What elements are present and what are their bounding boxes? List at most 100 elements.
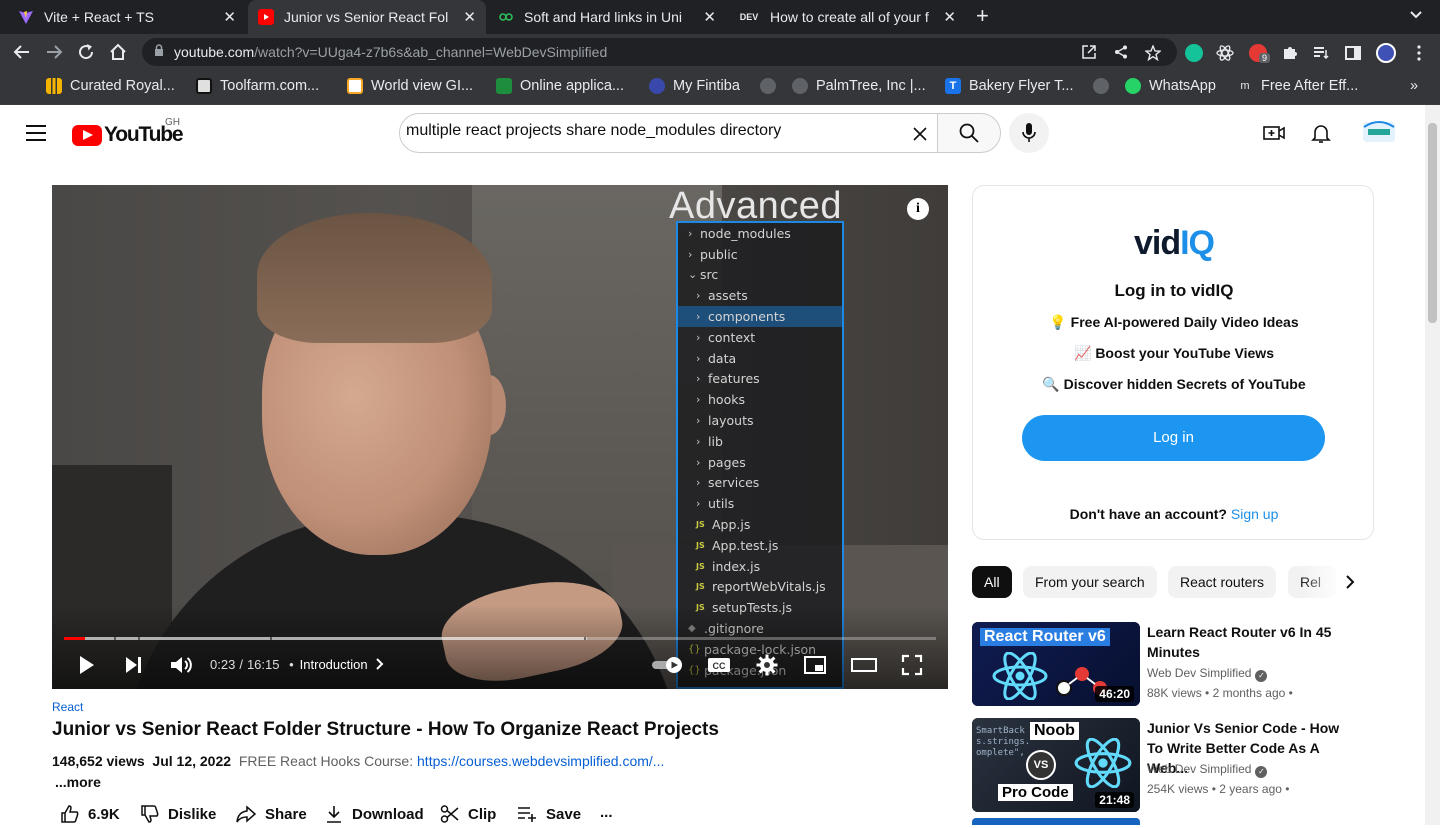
bookmark-item[interactable]: Online applica... [496,78,624,94]
bookmark-item[interactable]: My Fintiba [649,78,740,94]
volume-button[interactable] [168,653,196,677]
clear-search-icon[interactable] [913,121,927,147]
progress-bar[interactable] [64,637,936,640]
tree-item: › components [678,306,842,327]
fullscreen-button[interactable] [900,653,928,677]
duration-badge: 46:20 [1095,686,1134,702]
page-scrollbar[interactable] [1425,105,1440,825]
bookmark-item[interactable]: Curated Royal... [46,78,175,94]
browser-menu-icon[interactable] [1410,44,1428,62]
profile-avatar-icon[interactable] [1376,43,1396,63]
create-video-icon[interactable] [1262,121,1286,145]
more-actions-button[interactable]: ... [600,804,613,821]
chip-from-your-search[interactable]: From your search [1023,566,1157,598]
side-panel-icon[interactable] [1344,44,1362,62]
search-input[interactable] [406,122,886,140]
close-tab-icon[interactable]: ✕ [703,8,716,26]
video-thumbnail[interactable] [972,818,1140,825]
related-title[interactable]: Learn React Router v6 In 45 Minutes [1147,622,1357,662]
theater-mode-button[interactable] [851,653,879,677]
new-tab-button[interactable]: + [976,5,989,27]
video-hashtag[interactable]: React [52,700,83,714]
vidiq-signup-link[interactable]: Sign up [1231,506,1278,522]
like-button[interactable]: 6.9K [60,804,120,824]
tab-vite[interactable]: Vite + React + TS ✕ [8,0,246,34]
related-video[interactable]: SmartBack s.strings. omplete", Noob VS Pro… [972,718,1372,812]
subtitles-button[interactable]: CC [707,653,735,677]
notifications-bell-icon[interactable] [1309,121,1333,145]
menu-hamburger-icon[interactable] [26,125,46,141]
related-meta: 88K views • 2 months ago • [1147,686,1293,700]
video-thumbnail[interactable]: React Router v6 46:20 [972,622,1140,706]
related-channel[interactable]: Web Dev Simplified ✓ [1147,666,1268,682]
miniplayer-button[interactable] [803,653,831,677]
tree-item: JS index.js [696,558,761,574]
autoplay-toggle[interactable] [650,653,686,677]
tab-youtube[interactable]: Junior vs Senior React Fol ✕ [248,0,486,34]
back-button[interactable] [11,41,33,63]
dislike-button[interactable]: Dislike [140,804,216,824]
tab-search-icon[interactable] [1410,8,1422,22]
grammarly-icon[interactable] [1185,44,1203,62]
chip-react-routers[interactable]: React routers [1168,566,1277,598]
next-button[interactable] [122,653,150,677]
bookmark-item[interactable]: Toolfarm.com... [196,78,319,94]
reading-list-icon[interactable] [1312,44,1330,62]
voice-search-button[interactable] [1009,113,1049,153]
description-link[interactable]: https://courses.webdevsimplified.com/... [417,753,664,769]
chart-icon [46,78,62,94]
chip-all[interactable]: All [972,566,1012,598]
tab-links[interactable]: Soft and Hard links in Uni ✕ [488,0,726,34]
settings-button[interactable] [755,653,783,677]
related-meta: 254K views • 2 years ago • [1147,782,1290,796]
react-devtools-icon[interactable] [1216,44,1234,62]
tree-item: › node_modules [688,225,791,241]
vidiq-login-button[interactable]: Log in [1022,415,1325,461]
download-button[interactable]: Download [324,804,424,824]
description-snippet[interactable]: 148,652 views Jul 12, 2022 FREE React Ho… [52,753,664,769]
address-bar[interactable]: youtube.com/watch?v=UUga4-z7b6s&ab_chann… [142,38,1177,66]
bookmark-item[interactable]: m Free After Eff... [1237,78,1358,94]
bookmark-item[interactable]: PalmTree, Inc |... [792,78,926,94]
verified-check-icon: ✓ [1255,766,1268,778]
save-button[interactable]: Save [516,804,581,824]
play-button[interactable] [74,653,102,677]
related-channel[interactable]: Web Dev Simplified ✓ [1147,762,1268,778]
open-in-app-icon[interactable] [1081,45,1097,61]
related-video[interactable]: React Router v6 46:20 Learn React Router… [972,622,1372,716]
bookmark-star-icon[interactable] [1144,44,1162,62]
extensions-puzzle-icon[interactable] [1281,44,1299,62]
bookmark-item[interactable] [760,78,784,94]
more-bookmarks-icon[interactable]: » [1410,78,1418,94]
search-button[interactable] [937,113,1001,153]
video-player[interactable]: Advanced › node_modules › public ⌄ src › assets… [52,185,948,689]
share-icon[interactable] [1113,45,1129,61]
scrollbar-thumb[interactable] [1428,123,1437,323]
home-button[interactable] [107,41,129,63]
chevron-right-icon: › [696,476,701,490]
close-tab-icon[interactable]: ✕ [223,8,236,26]
share-button[interactable]: Share [235,804,307,824]
video-thumbnail[interactable]: SmartBack s.strings. omplete", Noob VS Pro… [972,718,1140,812]
reload-button[interactable] [75,41,97,63]
chevron-right-icon: › [688,247,693,261]
forward-button[interactable] [43,41,65,63]
chapter-button[interactable]: Introduction [300,657,368,672]
chapter-marker [114,637,116,640]
download-icon [327,806,341,823]
show-more-button[interactable]: ...more [55,774,101,790]
bookmark-item[interactable] [1093,78,1117,94]
info-icon[interactable]: i [907,198,929,220]
bookmark-item[interactable]: T Bakery Flyer T... [945,78,1073,94]
chips-next-button[interactable] [1340,572,1360,592]
bookmark-item[interactable]: WhatsApp [1125,78,1216,94]
bookmark-item[interactable]: World view GI... [347,78,473,94]
account-avatar[interactable] [1362,119,1396,145]
close-tab-icon[interactable]: ✕ [943,8,956,26]
extension-badge-icon[interactable]: 9 [1249,44,1271,63]
lock-icon[interactable] [154,44,164,56]
clip-button[interactable]: Clip [440,804,496,824]
tab-dev[interactable]: DEV How to create all of your f ✕ [728,0,966,34]
close-tab-icon[interactable]: ✕ [463,8,476,26]
tree-item: JS App.js [696,517,751,533]
